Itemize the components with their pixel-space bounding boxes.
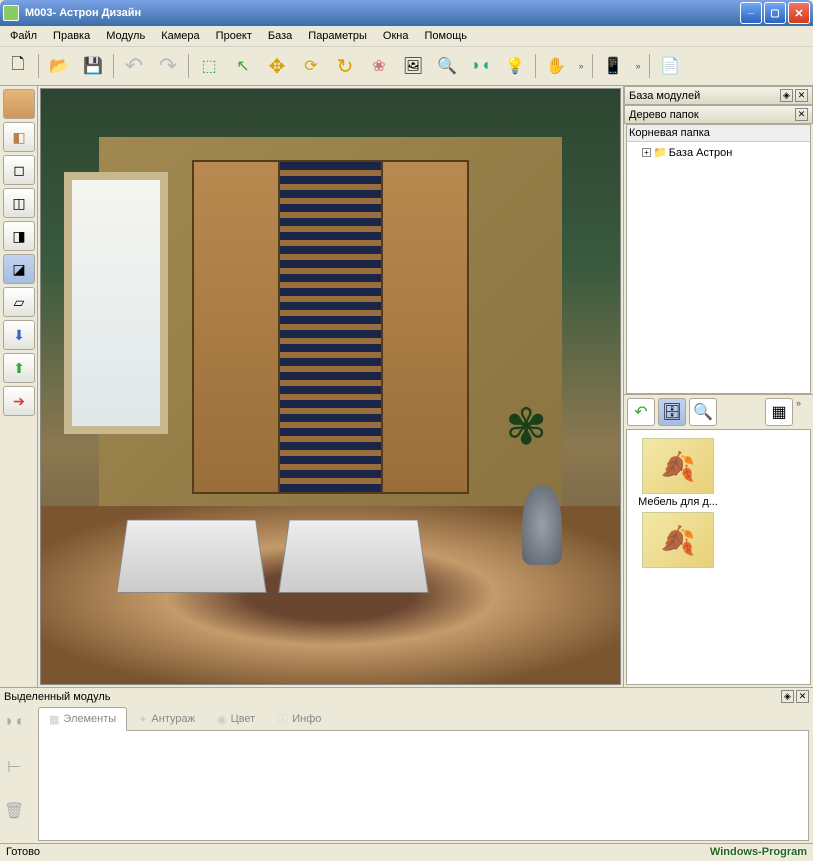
- rotate-icon[interactable]: ↻: [329, 50, 361, 82]
- toolbar-more-2[interactable]: »: [631, 50, 645, 82]
- folder-icon: 📁: [653, 146, 667, 159]
- thumbnail-label: Мебель для д...: [635, 496, 721, 508]
- phone-icon[interactable]: 📱: [597, 50, 629, 82]
- rotate90-icon[interactable]: ⟳: [295, 50, 327, 82]
- watermark: Windows-Program: [710, 846, 807, 859]
- thumbnail-item[interactable]: 🍂 Мебель для д...: [635, 438, 721, 508]
- menu-database[interactable]: База: [262, 28, 298, 44]
- box-filled-tool[interactable]: ◧: [3, 122, 35, 152]
- bottom-panel-title: Выделенный модуль: [4, 691, 779, 703]
- thumbnail-toolbar: ↶ 🗄 🔍 ▦ »: [624, 394, 813, 429]
- minimize-button[interactable]: [740, 2, 762, 24]
- new-icon[interactable]: 🗋: [2, 50, 34, 82]
- thumb-more[interactable]: »: [796, 398, 810, 426]
- bottom-nav: ◗◖ ⊢ 🗑: [4, 707, 34, 841]
- undo-icon[interactable]: ↶: [118, 50, 150, 82]
- panel-close-icon[interactable]: ✕: [795, 108, 808, 121]
- menu-module[interactable]: Модуль: [100, 28, 151, 44]
- view-mode-icon[interactable]: ▦: [765, 398, 793, 426]
- hand-icon[interactable]: ✋: [540, 50, 572, 82]
- redo-icon[interactable]: ↷: [152, 50, 184, 82]
- expand-icon[interactable]: +: [642, 148, 651, 157]
- menu-help[interactable]: Помощь: [418, 28, 473, 44]
- panel-pin-icon[interactable]: ◈: [780, 89, 793, 102]
- maximize-button[interactable]: [764, 2, 786, 24]
- close-button[interactable]: [788, 2, 810, 24]
- left-toolbar: ◧ ◻ ◫ ◨ ◪ ▱ ⬇ ⬆ ➔: [0, 86, 38, 687]
- box-selected-tool[interactable]: ◪: [3, 254, 35, 284]
- nav-trash-icon[interactable]: 🗑: [4, 801, 24, 821]
- bottom-panel: Выделенный модуль ◈ ✕ ◗◖ ⊢ 🗑 ▦Элементы ✦…: [0, 687, 813, 843]
- document-icon[interactable]: 📄: [654, 50, 686, 82]
- box2-tool[interactable]: ◫: [3, 188, 35, 218]
- thumbnail-item[interactable]: 🍂: [635, 512, 721, 570]
- window-title: М003- Астрон Дизайн: [23, 7, 738, 19]
- search-icon[interactable]: 🔍: [431, 50, 463, 82]
- panel-close-icon[interactable]: ✕: [796, 690, 809, 703]
- menu-edit[interactable]: Правка: [47, 28, 96, 44]
- thumbnail-list[interactable]: 🍂 Мебель для д... 🍂: [626, 429, 811, 685]
- open-icon[interactable]: 📂: [43, 50, 75, 82]
- tab-elements[interactable]: ▦Элементы: [38, 707, 127, 731]
- select-cursor-icon[interactable]: ↖: [227, 50, 259, 82]
- status-bar: Готово Windows-Program: [0, 843, 813, 861]
- nav-slider-icon[interactable]: ⊢: [4, 757, 24, 777]
- tree-root[interactable]: Корневая папка: [627, 125, 810, 142]
- title-bar: М003- Астрон Дизайн: [0, 0, 813, 26]
- save-icon[interactable]: 💾: [77, 50, 109, 82]
- nav-flip-icon[interactable]: ◗◖: [4, 713, 24, 733]
- plane-tool[interactable]: ▱: [3, 287, 35, 317]
- tab-content: [38, 731, 809, 841]
- search-thumb-icon[interactable]: 🔍: [689, 398, 717, 426]
- menu-params[interactable]: Параметры: [302, 28, 373, 44]
- box-tool[interactable]: ◻: [3, 155, 35, 185]
- bulb-icon[interactable]: 💡: [499, 50, 531, 82]
- tree-item-label: База Астрон: [669, 147, 733, 159]
- right-sidebar: База модулей ◈ ✕ Дерево папок ✕ Корневая…: [623, 86, 813, 687]
- modules-panel-title: База модулей: [629, 90, 778, 102]
- main-toolbar: 🗋 📂 💾 ↶ ↷ ⬚ ↖ ✥ ⟳ ↻ ❀ 🖼 🔍 ◗◖ 💡 ✋ » 📱 » 📄: [0, 47, 813, 86]
- bottom-tabs: ▦Элементы ✦Антураж ◉Цвет ⓘИнфо: [38, 707, 809, 731]
- up-folder-icon[interactable]: ↶: [627, 398, 655, 426]
- import-tool[interactable]: ⬇: [3, 320, 35, 350]
- box3-tool[interactable]: ◨: [3, 221, 35, 251]
- panel-pin-icon[interactable]: ◈: [781, 690, 794, 703]
- materials-icon[interactable]: ❀: [363, 50, 395, 82]
- modules-panel-header: База модулей ◈ ✕: [624, 86, 813, 105]
- next-tool[interactable]: ➔: [3, 386, 35, 416]
- status-text: Готово: [6, 846, 710, 859]
- menu-project[interactable]: Проект: [210, 28, 258, 44]
- flip-icon[interactable]: ◗◖: [465, 50, 497, 82]
- view-db-icon[interactable]: 🗄: [658, 398, 686, 426]
- tab-info[interactable]: ⓘИнфо: [266, 707, 332, 730]
- export-tool[interactable]: ⬆: [3, 353, 35, 383]
- app-icon: [3, 5, 19, 21]
- toolbar-more[interactable]: »: [574, 50, 588, 82]
- panel-close-icon[interactable]: ✕: [795, 89, 808, 102]
- menu-file[interactable]: Файл: [4, 28, 43, 44]
- folder-thumb-icon: 🍂: [642, 438, 714, 494]
- menu-bar: Файл Правка Модуль Камера Проект База Па…: [0, 26, 813, 47]
- image-icon[interactable]: 🖼: [397, 50, 429, 82]
- move-icon[interactable]: ✥: [261, 50, 293, 82]
- 3d-viewport[interactable]: ✾: [40, 88, 621, 685]
- folder-tree[interactable]: Корневая папка + 📁 База Астрон: [626, 124, 811, 394]
- folder-thumb-icon: 🍂: [642, 512, 714, 568]
- tree-item[interactable]: + 📁 База Астрон: [630, 145, 807, 160]
- select-rect-icon[interactable]: ⬚: [193, 50, 225, 82]
- tab-entourage[interactable]: ✦Антураж: [127, 707, 206, 730]
- menu-windows[interactable]: Окна: [377, 28, 415, 44]
- folders-panel-title: Дерево папок: [629, 109, 793, 121]
- material-tool[interactable]: [3, 89, 35, 119]
- folders-panel-header: Дерево папок ✕: [624, 105, 813, 124]
- tab-color[interactable]: ◉Цвет: [206, 707, 266, 730]
- menu-camera[interactable]: Камера: [155, 28, 205, 44]
